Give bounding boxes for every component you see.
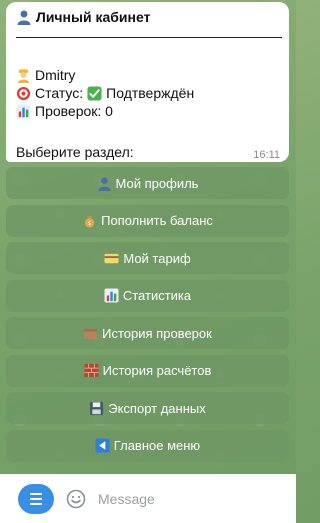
message-input-bar: Message: [0, 474, 296, 523]
bust-icon: [17, 10, 31, 25]
message-header: Личный кабинет: [16, 9, 279, 25]
menu-line: [30, 492, 42, 495]
my-tariff-button[interactable]: Мой тариф: [6, 242, 289, 274]
top-up-balance-button[interactable]: $ Пополнить баланс: [6, 204, 289, 237]
bar-chart-icon: [104, 288, 119, 303]
svg-text:$: $: [88, 221, 92, 227]
button-label: История расчётов: [102, 363, 212, 378]
money-bag-icon: $: [84, 215, 95, 228]
button-label: Мой тариф: [123, 250, 191, 266]
checks-count: Проверок: 0: [35, 103, 113, 119]
bot-message-bubble: Личный кабинет Dmitry Статус: Подтверждё…: [6, 2, 289, 162]
statistics-button[interactable]: Статистика: [6, 279, 289, 312]
button-label: История проверок: [102, 325, 212, 341]
button-label: Статистика: [122, 288, 192, 303]
check-history-button[interactable]: История проверок: [6, 317, 289, 349]
worker-icon: [17, 68, 30, 83]
section-prompt: Выберите раздел:: [16, 144, 134, 160]
bust-icon: [97, 176, 111, 191]
back-arrow-icon: [95, 438, 110, 453]
target-icon: [16, 86, 31, 100]
calculation-history-button[interactable]: История расчётов: [6, 354, 289, 387]
box-icon: [84, 328, 98, 339]
status-label: Статус:: [35, 85, 84, 101]
check-mark-icon: [87, 85, 102, 101]
user-name: Dmitry: [35, 67, 76, 83]
status-value: Подтверждён: [106, 85, 195, 101]
button-label: Главное меню: [113, 438, 201, 453]
credit-card-icon: [104, 253, 119, 263]
bar-chart-icon: [16, 103, 31, 119]
status-line: Статус: Подтверждён: [16, 84, 279, 102]
checks-line: Проверок: 0: [16, 102, 279, 120]
button-label: Экспорт данных: [108, 400, 206, 416]
button-label: Мой профиль: [115, 175, 199, 191]
message-title: Личный кабинет: [36, 9, 151, 25]
inline-keyboard: Мой профиль $ Пополнить баланс Мой тариф…: [6, 167, 289, 467]
floppy-disk-icon: [90, 401, 104, 415]
bricks-icon: [84, 363, 99, 378]
menu-line: [30, 497, 42, 500]
my-profile-button[interactable]: Мой профиль: [6, 167, 289, 199]
title-divider: [16, 37, 282, 38]
message-input[interactable]: Message: [98, 491, 155, 507]
emoji-icon[interactable]: [66, 489, 86, 509]
main-menu-button[interactable]: Главное меню: [6, 429, 289, 462]
bot-menu-button[interactable]: [18, 483, 54, 514]
message-time: 16:11: [253, 149, 280, 161]
menu-line: [30, 502, 42, 505]
button-label: Пополнить баланс: [101, 213, 213, 228]
name-line: Dmitry: [16, 66, 279, 84]
export-data-button[interactable]: Экспорт данных: [6, 392, 289, 424]
